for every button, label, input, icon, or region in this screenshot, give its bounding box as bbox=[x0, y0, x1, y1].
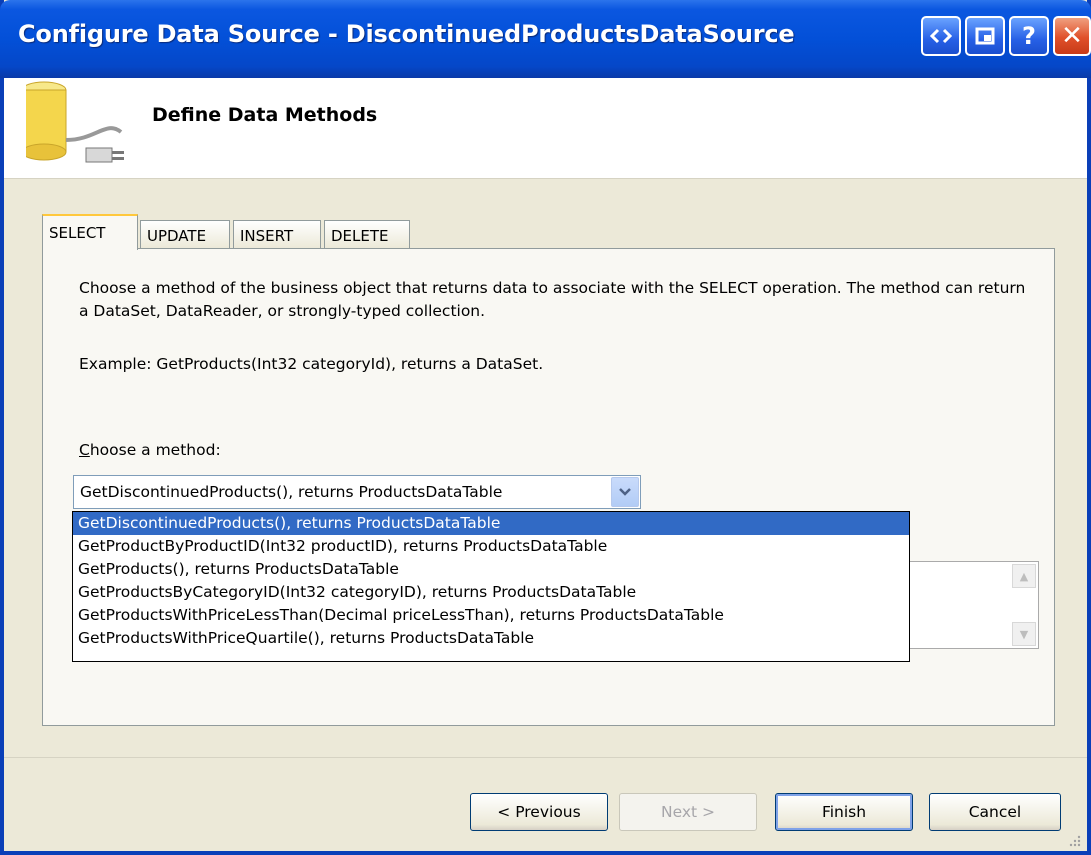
wizard-header: Define Data Methods bbox=[4, 78, 1087, 179]
finish-button[interactable]: Finish bbox=[775, 793, 913, 831]
dropdown-option[interactable]: GetProductsByCategoryID(Int32 categoryID… bbox=[73, 581, 909, 604]
scroll-down-icon[interactable]: ▼ bbox=[1012, 622, 1036, 646]
dropdown-option[interactable]: GetProductByProductID(Int32 productID), … bbox=[73, 535, 909, 558]
restore-icon[interactable] bbox=[921, 16, 961, 56]
method-description: Choose a method of the business object t… bbox=[79, 279, 1026, 320]
title-bar[interactable]: Configure Data Source - DiscontinuedProd… bbox=[0, 0, 1091, 78]
cancel-button[interactable]: Cancel bbox=[929, 793, 1061, 831]
previous-button[interactable]: < Previous bbox=[470, 793, 608, 831]
minimize-to-tray-icon[interactable] bbox=[965, 16, 1005, 56]
method-example: Example: GetProducts(Int32 categoryId), … bbox=[79, 355, 544, 373]
footer-divider bbox=[4, 757, 1087, 758]
next-button[interactable]: Next > bbox=[619, 793, 757, 831]
resize-grip-icon[interactable] bbox=[1067, 833, 1081, 847]
database-connection-icon bbox=[26, 81, 124, 163]
scroll-up-icon[interactable]: ▲ bbox=[1012, 564, 1036, 588]
dropdown-option[interactable]: GetProductsWithPriceLessThan(Decimal pri… bbox=[73, 604, 909, 627]
tab-delete[interactable]: DELETE bbox=[324, 220, 410, 248]
method-select[interactable]: GetDiscontinuedProducts(), returns Produ… bbox=[73, 475, 641, 509]
method-select-value: GetDiscontinuedProducts(), returns Produ… bbox=[80, 483, 503, 501]
tab-select[interactable]: SELECT bbox=[42, 214, 138, 250]
dropdown-option[interactable]: GetProductsWithPriceQuartile(), returns … bbox=[73, 627, 909, 650]
window-title: Configure Data Source - DiscontinuedProd… bbox=[18, 20, 795, 48]
choose-method-accesskey: C bbox=[79, 441, 90, 459]
dropdown-option[interactable]: GetDiscontinuedProducts(), returns Produ… bbox=[73, 512, 909, 535]
close-icon[interactable]: ✕ bbox=[1053, 16, 1091, 56]
tab-insert[interactable]: INSERT bbox=[233, 220, 321, 248]
help-icon[interactable]: ? bbox=[1009, 16, 1049, 56]
choose-method-label: Choose a method: bbox=[79, 441, 221, 459]
choose-method-label-text: hoose a method: bbox=[89, 441, 221, 459]
method-dropdown-list[interactable]: GetDiscontinuedProducts(), returns Produ… bbox=[72, 511, 910, 662]
wizard-step-title: Define Data Methods bbox=[152, 104, 378, 126]
dropdown-option[interactable]: GetProducts(), returns ProductsDataTable bbox=[73, 558, 909, 581]
configure-data-source-dialog: Configure Data Source - DiscontinuedProd… bbox=[0, 0, 1091, 855]
chevron-down-icon[interactable] bbox=[611, 477, 639, 507]
tab-update[interactable]: UPDATE bbox=[140, 220, 230, 248]
